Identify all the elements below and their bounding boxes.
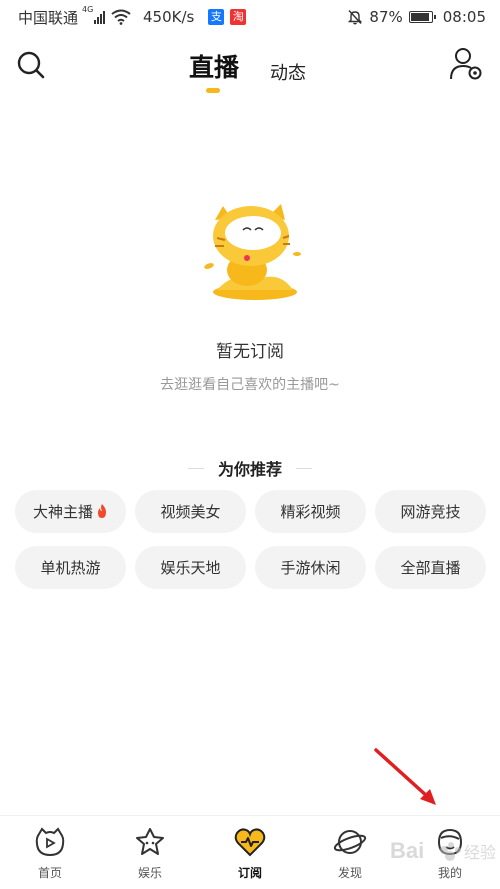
- tag-pill[interactable]: 娱乐天地: [135, 546, 246, 589]
- star-icon: [136, 828, 164, 855]
- tag-pill[interactable]: 视频美女: [135, 490, 246, 533]
- signal-icon: 4G: [82, 5, 106, 24]
- battery-icon: [408, 11, 436, 23]
- planet-icon: [333, 830, 367, 854]
- tag-label: 娱乐天地: [160, 559, 221, 577]
- clock: 08:05: [442, 8, 486, 26]
- bell-muted-icon: [348, 10, 363, 25]
- annotation-arrow: [374, 748, 436, 805]
- tag-pill[interactable]: 网游竞技: [375, 490, 486, 533]
- tag-label: 视频美女: [160, 503, 221, 521]
- tag-pill[interactable]: 单机热游: [15, 546, 126, 589]
- tag-label: 单机热游: [40, 559, 101, 577]
- divider: [187, 467, 204, 469]
- nav-label: 首页: [37, 866, 62, 880]
- empty-state-title: 暂无订阅: [216, 342, 284, 362]
- tiger-mascot-illustration: [204, 204, 301, 300]
- svg-text:Bai: Bai: [390, 838, 424, 863]
- nav-label: 娱乐: [137, 866, 162, 880]
- nav-entertainment[interactable]: 娱乐: [115, 826, 185, 886]
- tag-pill[interactable]: 手游休闲: [255, 546, 366, 589]
- top-header: 直播 动态: [0, 34, 500, 100]
- tag-pill[interactable]: 精彩视频: [255, 490, 366, 533]
- carrier-name: 中国联通: [18, 8, 79, 27]
- tab-live[interactable]: 直播: [189, 48, 239, 84]
- watermark-logo: Bai 经验: [390, 838, 496, 863]
- status-left: 中国联通 4G 450K/s 支 淘: [18, 5, 247, 28]
- tag-label: 大神主播: [32, 503, 93, 521]
- shop-icon: 淘: [230, 9, 247, 25]
- search-icon[interactable]: [16, 50, 46, 80]
- nav-label: 发现: [337, 866, 362, 880]
- svg-text:经验: 经验: [464, 844, 496, 862]
- empty-state-subtitle: 去逛逛看自己喜欢的主播吧~: [160, 377, 340, 393]
- tag-pill[interactable]: 大神主播: [15, 490, 126, 533]
- wifi-icon: [111, 9, 131, 25]
- recommend-title: 为你推荐: [217, 460, 282, 479]
- fire-icon: [98, 504, 106, 518]
- tag-label: 精彩视频: [280, 503, 341, 521]
- nav-label: 订阅: [237, 866, 262, 880]
- network-type: 4G: [82, 5, 94, 14]
- divider: [296, 467, 312, 469]
- battery-percent: 87%: [369, 8, 403, 26]
- alipay-icon: 支: [208, 9, 225, 25]
- network-speed: 450K/s: [143, 8, 195, 26]
- nav-discover[interactable]: 发现: [315, 826, 385, 886]
- nav-subscribe[interactable]: 订阅: [215, 826, 285, 886]
- status-right: 87% 08:05: [347, 8, 486, 26]
- active-tab-indicator: [206, 88, 220, 93]
- status-bar: 中国联通 4G 450K/s 支 淘 87% 08:05: [0, 0, 500, 34]
- nav-home[interactable]: 首页: [15, 826, 85, 886]
- user-settings-icon[interactable]: [448, 46, 484, 82]
- tag-label: 网游竞技: [400, 503, 461, 521]
- home-icon: [35, 827, 65, 857]
- heart-icon: [234, 828, 266, 857]
- tab-dynamic[interactable]: 动态: [270, 59, 306, 85]
- tag-label: 手游休闲: [280, 559, 341, 577]
- tag-pill[interactable]: 全部直播: [375, 546, 486, 589]
- recommend-header: 为你推荐: [0, 456, 500, 480]
- tag-label: 全部直播: [400, 559, 461, 577]
